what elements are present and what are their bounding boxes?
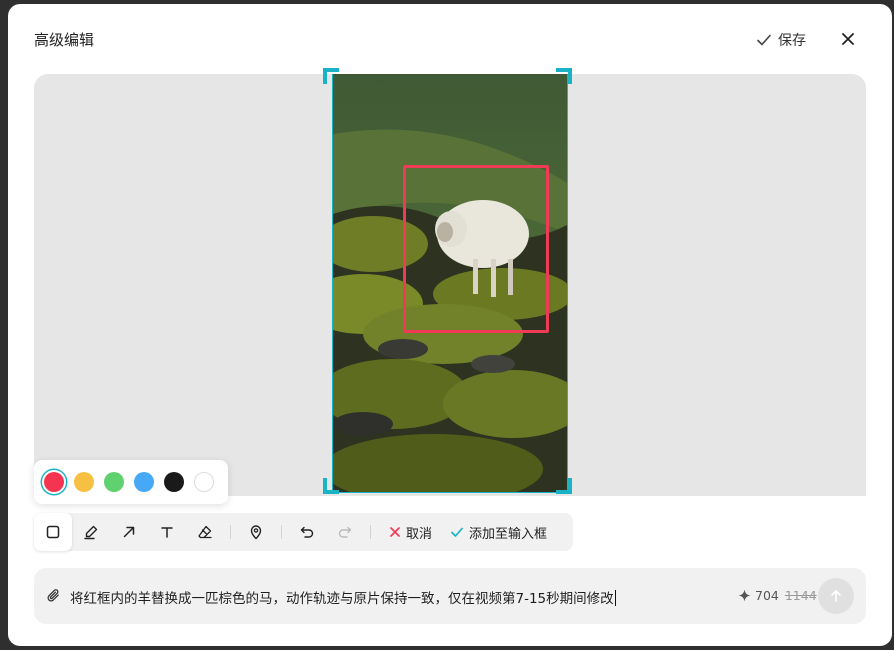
eraser-icon bbox=[198, 525, 212, 539]
check-icon bbox=[451, 527, 463, 537]
editing-canvas[interactable] bbox=[34, 74, 866, 496]
credits-display: 704 1144 bbox=[738, 588, 817, 603]
text-icon bbox=[161, 527, 173, 538]
text-caret bbox=[614, 590, 616, 606]
color-swatch-white[interactable] bbox=[194, 472, 214, 492]
close-icon bbox=[390, 527, 400, 537]
undo-icon bbox=[300, 526, 314, 538]
close-button[interactable] bbox=[839, 30, 857, 48]
add-to-input-label: 添加至输入框 bbox=[469, 526, 548, 542]
save-label: 保存 bbox=[778, 33, 806, 49]
crop-handle-bottom-left[interactable] bbox=[323, 478, 339, 494]
arrow-up-icon bbox=[831, 590, 841, 602]
close-icon bbox=[842, 33, 854, 45]
toolbar-divider bbox=[370, 525, 371, 539]
redo-button[interactable] bbox=[326, 513, 364, 551]
annotation-red-rectangle[interactable] bbox=[403, 165, 549, 333]
cancel-label: 取消 bbox=[406, 526, 433, 542]
text-tool[interactable] bbox=[148, 513, 186, 551]
save-button[interactable]: 保存 bbox=[756, 30, 806, 50]
credits-current: 704 bbox=[755, 588, 779, 603]
arrow-icon bbox=[123, 526, 135, 538]
paperclip-icon bbox=[47, 589, 59, 602]
location-pin-tool[interactable] bbox=[237, 513, 275, 551]
toolbar-divider bbox=[230, 525, 231, 539]
dialog-title: 高级编辑 bbox=[34, 31, 95, 49]
annotation-toolbar: 取消 添加至输入框 bbox=[34, 513, 573, 551]
crop-handle-top-left[interactable] bbox=[323, 68, 339, 84]
rectangle-icon bbox=[46, 525, 60, 539]
prompt-input[interactable]: 将红框内的羊替换成一匹棕色的马，动作轨迹与原片保持一致，仅在视频第7-15秒期间… bbox=[70, 587, 616, 607]
color-swatch-black[interactable] bbox=[164, 472, 184, 492]
sparkle-icon bbox=[738, 589, 751, 602]
arrow-tool[interactable] bbox=[110, 513, 148, 551]
crop-handle-bottom-right[interactable] bbox=[556, 478, 572, 494]
prompt-text: 将红框内的羊替换成一匹棕色的马，动作轨迹与原片保持一致，仅在视频第7-15秒期间… bbox=[70, 591, 614, 607]
check-icon bbox=[757, 34, 771, 46]
attach-button[interactable] bbox=[46, 588, 61, 607]
video-frame-image[interactable] bbox=[332, 74, 568, 493]
send-button[interactable] bbox=[818, 578, 854, 614]
pen-tool[interactable] bbox=[72, 513, 110, 551]
color-palette bbox=[34, 460, 228, 504]
add-to-input-button[interactable]: 添加至输入框 bbox=[444, 513, 559, 551]
advanced-edit-dialog: 高级编辑 保存 取消 添加至输入框 将红框内的羊替换成一匹棕色的马，动作轨迹与原… bbox=[8, 4, 892, 646]
color-swatch-green[interactable] bbox=[104, 472, 124, 492]
undo-button[interactable] bbox=[288, 513, 326, 551]
prompt-input-bar: 将红框内的羊替换成一匹棕色的马，动作轨迹与原片保持一致，仅在视频第7-15秒期间… bbox=[34, 568, 866, 624]
crop-handle-top-right[interactable] bbox=[556, 68, 572, 84]
color-swatch-yellow[interactable] bbox=[74, 472, 94, 492]
rectangle-tool[interactable] bbox=[34, 513, 72, 551]
cancel-button[interactable]: 取消 bbox=[377, 513, 444, 551]
redo-icon bbox=[338, 526, 352, 538]
toolbar-divider bbox=[281, 525, 282, 539]
color-swatch-red[interactable] bbox=[44, 472, 64, 492]
eraser-tool[interactable] bbox=[186, 513, 224, 551]
location-pin-icon bbox=[250, 525, 262, 540]
pen-icon bbox=[84, 525, 98, 540]
credits-original: 1144 bbox=[784, 588, 817, 603]
color-swatch-blue[interactable] bbox=[134, 472, 154, 492]
